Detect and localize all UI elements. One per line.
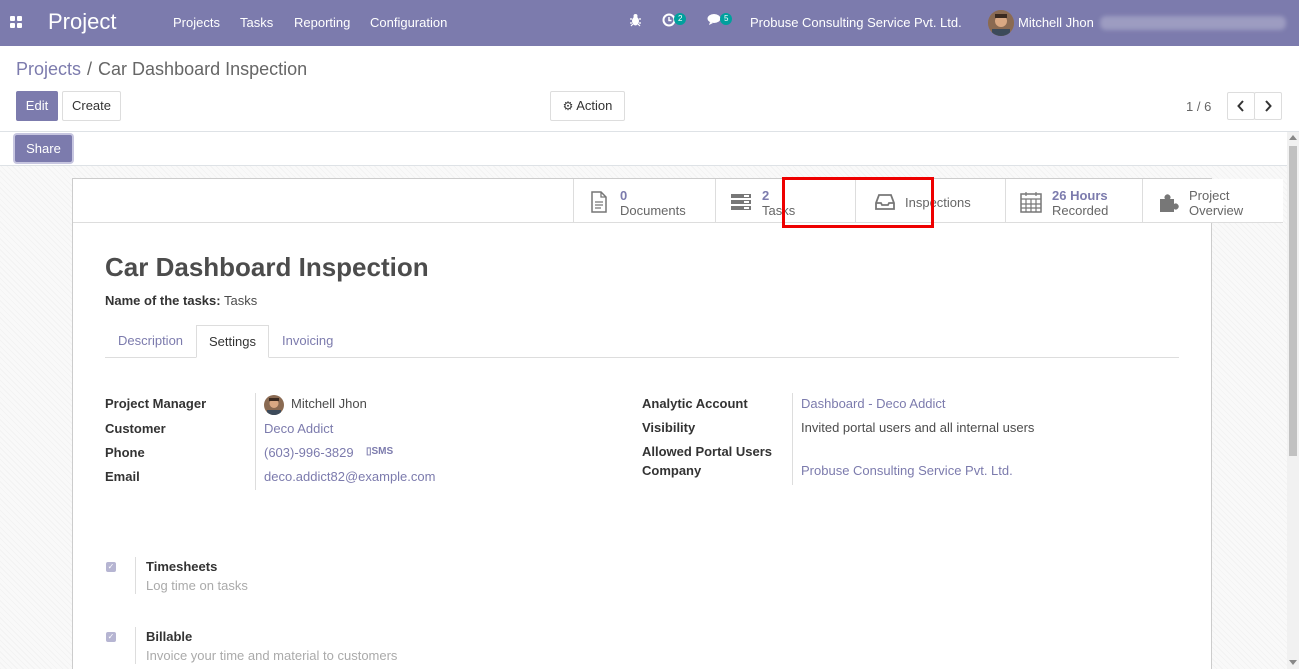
pager-previous-button[interactable]	[1227, 92, 1255, 120]
menu-projects[interactable]: Projects	[173, 15, 220, 30]
edit-button[interactable]: Edit	[16, 91, 58, 121]
project-overview-label-1: Project	[1189, 188, 1230, 203]
company-label: Company	[642, 463, 702, 478]
breadcrumb-separator: /	[87, 59, 93, 79]
pager-next-button[interactable]	[1254, 92, 1282, 120]
user-menu[interactable]: Mitchell Jhon	[1018, 15, 1094, 30]
action-label: Action	[576, 98, 613, 113]
share-button[interactable]: Share	[15, 135, 72, 162]
timesheets-title: Timesheets	[146, 559, 218, 574]
customer-value[interactable]: Deco Addict	[264, 421, 333, 436]
documents-label: Documents	[620, 203, 686, 218]
blurred-region	[1100, 16, 1286, 30]
billable-separator	[135, 627, 136, 664]
scroll-up-arrow[interactable]	[1289, 135, 1297, 140]
allowed-portal-users-label: Allowed Portal Users	[642, 444, 773, 459]
sms-label: SMS	[371, 446, 394, 457]
hours-recorded-label: Recorded	[1052, 203, 1109, 218]
top-navbar: Project Projects Tasks Reporting Configu…	[0, 0, 1299, 46]
record-title: Car Dashboard Inspection	[105, 252, 429, 282]
name-of-tasks-row: Name of the tasks: Tasks	[105, 293, 257, 308]
menu-tasks[interactable]: Tasks	[240, 15, 273, 30]
bug-icon[interactable]	[629, 13, 642, 30]
phone-value[interactable]: (603)-996-3829	[264, 445, 354, 460]
tab-settings[interactable]: Settings	[196, 325, 269, 358]
messages-badge: 5	[720, 13, 733, 25]
form-notebook-tabs: Description Settings Invoicing	[105, 325, 1179, 358]
chevron-right-icon	[1265, 100, 1272, 112]
gear-icon: ⚙	[562, 99, 574, 113]
visibility-value[interactable]: Invited portal users and all internal us…	[801, 420, 1034, 435]
breadcrumb: Projects / Car Dashboard Inspection	[16, 59, 307, 80]
right-field-separator	[792, 393, 793, 485]
tab-invoicing[interactable]: Invoicing	[270, 325, 345, 358]
billable-title: Billable	[146, 629, 193, 644]
project-overview-label-2: Overview	[1189, 203, 1244, 218]
analytic-account-value[interactable]: Dashboard - Deco Addict	[801, 396, 946, 411]
phone-label: Phone	[105, 445, 145, 460]
manager-avatar	[264, 395, 284, 415]
user-avatar[interactable]	[988, 10, 1014, 36]
billable-description: Invoice your time and material to custom…	[146, 648, 398, 663]
company-switcher[interactable]: Probuse Consulting Service Pvt. Ltd.	[750, 15, 962, 30]
tab-description[interactable]: Description	[106, 325, 195, 358]
timesheets-separator	[135, 557, 136, 594]
customer-label: Customer	[105, 421, 166, 436]
name-of-tasks-value: Tasks	[223, 293, 258, 308]
visibility-label: Visibility	[642, 420, 696, 435]
project-manager-value[interactable]: Mitchell Jhon	[291, 396, 367, 411]
documents-smart-button[interactable]: 0 Documents	[573, 179, 715, 223]
menu-reporting[interactable]: Reporting	[294, 15, 350, 30]
timesheets-checkbox[interactable]: ✓	[106, 562, 116, 572]
create-button[interactable]: Create	[62, 91, 121, 121]
puzzle-icon	[1160, 194, 1179, 212]
activity-badge: 2	[674, 13, 687, 25]
calendar-icon	[1020, 192, 1042, 213]
project-manager-label: Project Manager	[105, 396, 207, 411]
left-field-separator	[255, 393, 256, 490]
analytic-account-label: Analytic Account	[642, 396, 748, 411]
menu-configuration[interactable]: Configuration	[370, 15, 447, 30]
action-button[interactable]: ⚙ Action	[550, 91, 625, 121]
breadcrumb-projects[interactable]: Projects	[16, 59, 81, 79]
statusbar	[0, 132, 1287, 166]
pager-value[interactable]: 1 / 6	[1186, 99, 1211, 114]
app-brand[interactable]: Project	[48, 9, 116, 35]
tasks-count: 2	[762, 188, 770, 203]
documents-count: 0	[620, 188, 628, 203]
breadcrumb-current: Car Dashboard Inspection	[98, 59, 308, 79]
scrollbar-thumb[interactable]	[1289, 146, 1297, 456]
hours-recorded-value: 26 Hours	[1052, 188, 1108, 203]
inspections-highlight-box	[782, 177, 934, 228]
email-value[interactable]: deco.addict82@example.com	[264, 469, 435, 484]
billable-checkbox[interactable]: ✓	[106, 632, 116, 642]
timesheet-smart-button[interactable]: 26 Hours Recorded	[1005, 179, 1142, 223]
sms-button[interactable]: ▯SMS	[366, 446, 393, 457]
document-icon	[591, 191, 607, 213]
timesheets-description: Log time on tasks	[146, 578, 248, 593]
company-value[interactable]: Probuse Consulting Service Pvt. Ltd.	[801, 463, 1013, 478]
tasks-icon	[731, 194, 751, 210]
name-of-tasks-label: Name of the tasks:	[105, 293, 221, 308]
email-label: Email	[105, 469, 140, 484]
scroll-down-arrow[interactable]	[1289, 660, 1297, 665]
apps-menu-icon[interactable]	[10, 16, 22, 28]
project-overview-smart-button[interactable]: Project Overview	[1142, 179, 1283, 223]
chevron-left-icon	[1237, 100, 1244, 112]
